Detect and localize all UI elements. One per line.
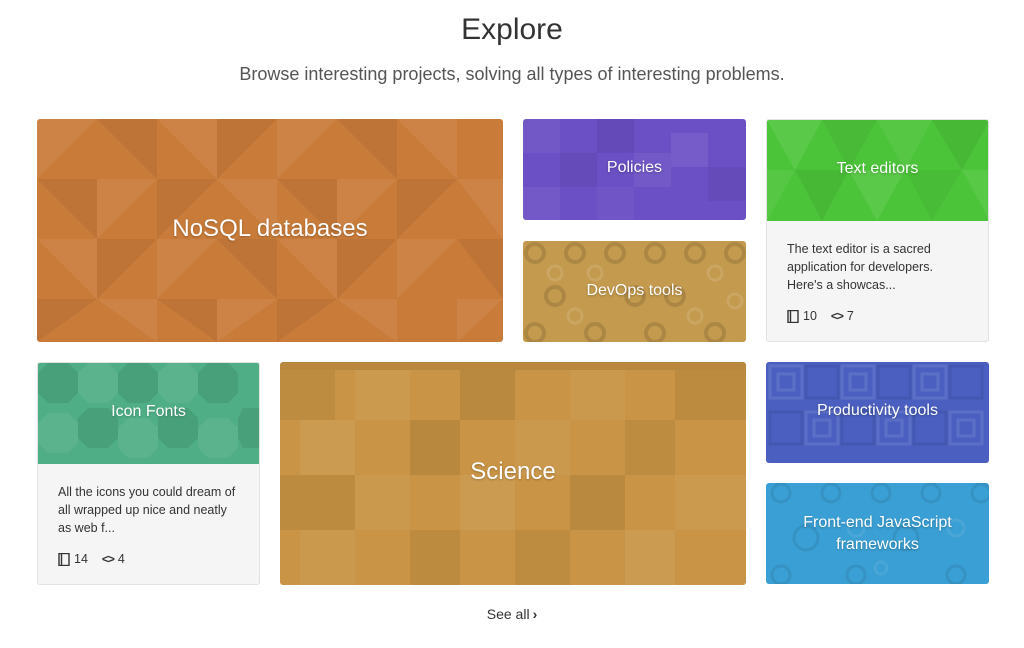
collection-label: DevOps tools bbox=[586, 282, 683, 299]
collection-productivity-tools[interactable]: Productivity tools bbox=[766, 362, 989, 463]
collection-science[interactable]: Science bbox=[280, 362, 746, 585]
collection-stats: 10 <> 7 bbox=[787, 309, 854, 323]
language-count: <> 4 bbox=[102, 552, 125, 566]
collection-label: Policies bbox=[606, 159, 663, 176]
page-title: Explore bbox=[461, 13, 563, 46]
icon-fonts-header: Icon Fonts bbox=[38, 363, 259, 464]
book-icon bbox=[58, 552, 70, 566]
collection-icon-fonts[interactable]: Icon Fonts All the icons you could dream… bbox=[37, 362, 260, 585]
collection-stats: 14 <> 4 bbox=[58, 552, 125, 566]
collection-description: The text editor is a sacred application … bbox=[787, 242, 933, 292]
collection-text-editors[interactable]: Text editors The text editor is a sacred… bbox=[766, 119, 989, 342]
collection-frontend-js-frameworks[interactable]: Front-end JavaScript frameworks bbox=[766, 483, 989, 584]
collection-label: Science bbox=[470, 458, 556, 485]
collection-label: NoSQL databases bbox=[172, 215, 368, 242]
repo-count-value: 14 bbox=[74, 552, 88, 566]
chevron-right-icon: › bbox=[532, 606, 538, 622]
collection-policies[interactable]: Policies bbox=[523, 119, 746, 220]
collection-label: Front-end JavaScript frameworks bbox=[803, 514, 952, 553]
repo-count: 10 bbox=[787, 309, 817, 323]
collection-description: All the icons you could dream of all wra… bbox=[58, 485, 236, 535]
page-subtitle: Browse interesting projects, solving all… bbox=[239, 64, 785, 84]
language-count-value: 4 bbox=[117, 552, 125, 566]
collection-label: Text editors bbox=[836, 160, 919, 177]
collection-label: Icon Fonts bbox=[111, 403, 186, 420]
collection-devops-tools[interactable]: DevOps tools bbox=[523, 241, 746, 342]
book-icon bbox=[787, 309, 799, 323]
code-icon: <> bbox=[101, 552, 115, 566]
repo-count-value: 10 bbox=[803, 309, 817, 323]
repo-count: 14 bbox=[58, 552, 88, 566]
collection-nosql-databases[interactable]: NoSQL databases bbox=[37, 119, 503, 342]
language-count-value: 7 bbox=[846, 309, 854, 323]
text-editors-header: Text editors bbox=[767, 120, 988, 221]
see-all-link[interactable]: See all › bbox=[487, 606, 537, 622]
code-icon: <> bbox=[830, 309, 844, 323]
language-count: <> 7 bbox=[831, 309, 854, 323]
see-all: See all › bbox=[0, 606, 1024, 622]
see-all-label: See all bbox=[486, 606, 530, 622]
collection-label: Productivity tools bbox=[817, 402, 938, 419]
